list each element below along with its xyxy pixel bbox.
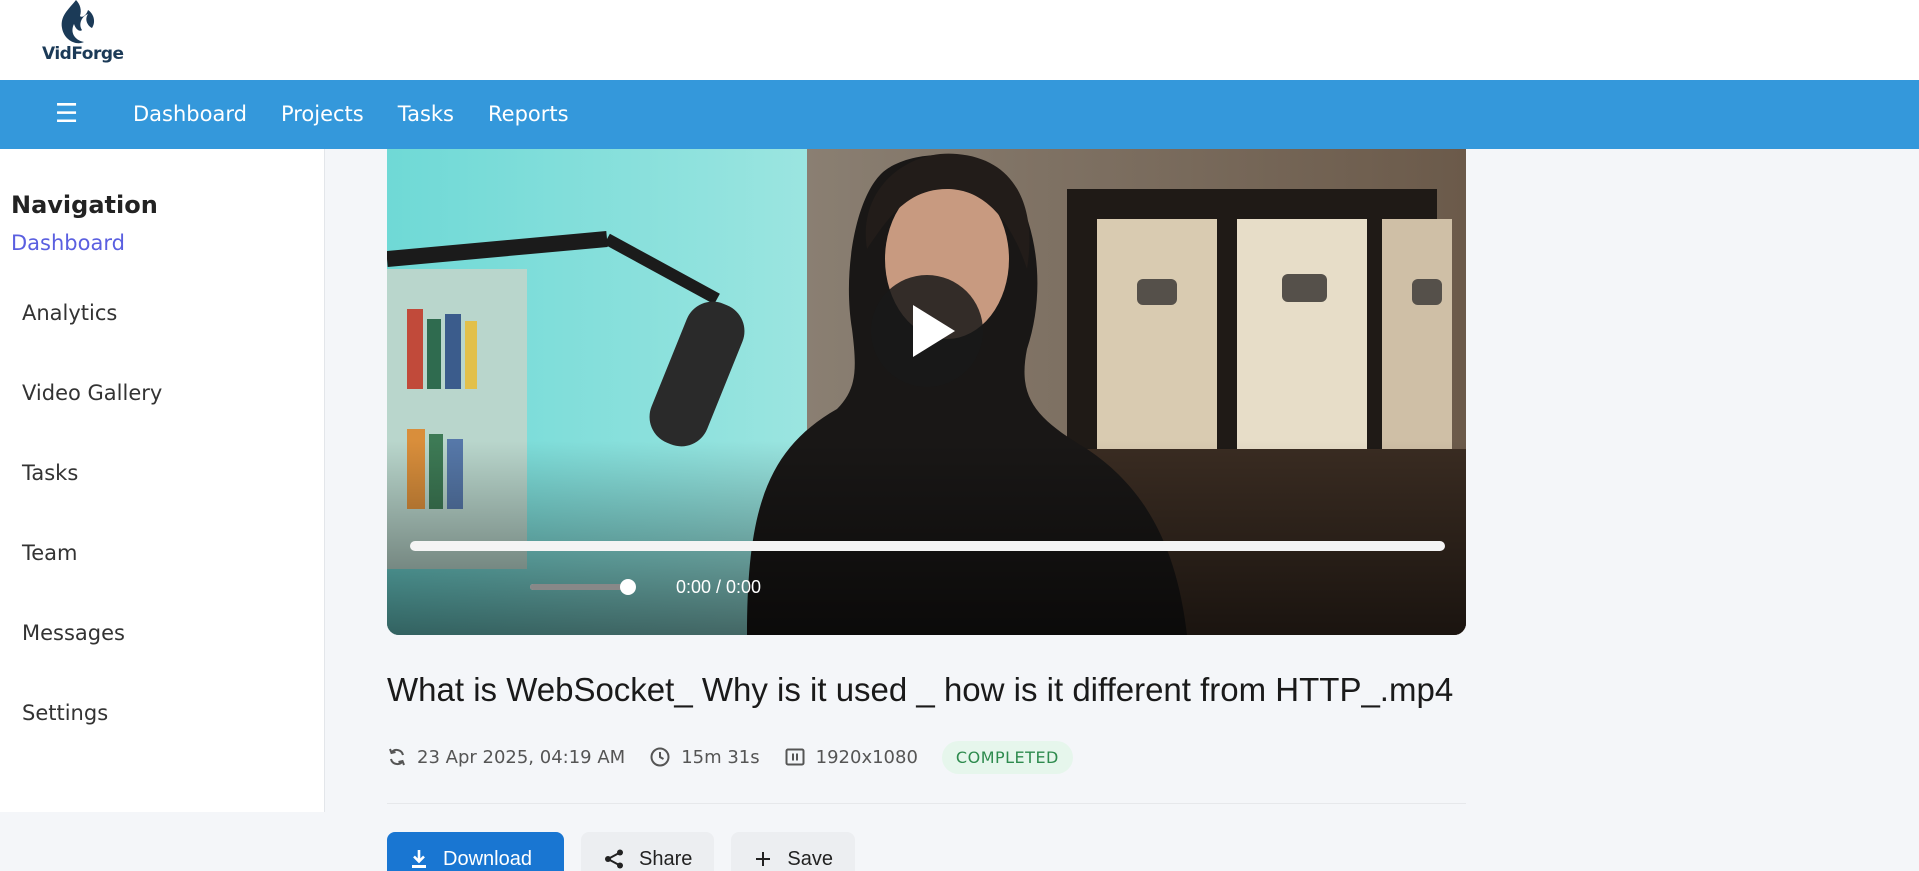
resolution-icon [785,748,805,766]
plus-icon [756,852,771,866]
sidebar-item-dashboard[interactable]: Dashboard [11,231,125,255]
play-icon [913,305,955,357]
divider [387,803,1466,804]
clock-icon [650,747,670,767]
volume-handle[interactable] [620,579,636,595]
nav-links: Dashboard Projects Tasks Reports [133,102,603,126]
refresh-icon [389,748,405,766]
status-badge: COMPLETED [941,740,1073,774]
save-label: Save [787,847,833,870]
meta-resolution-text: 1920x1080 [815,746,918,768]
sidebar-item-analytics[interactable]: Analytics [22,301,117,325]
meta-date: 23 Apr 2025, 04:19 AM [387,747,625,768]
menu-icon[interactable]: ☰ [55,100,78,128]
nav-link-reports[interactable]: Reports [488,102,569,126]
meta-date-text: 23 Apr 2025, 04:19 AM [417,746,626,768]
share-icon [605,849,623,869]
time-display: 0:00 / 0:00 [676,577,762,597]
sidebar-item-team[interactable]: Team [22,541,78,565]
sidebar: Navigation Dashboard Analytics Video Gal… [0,149,325,812]
share-button[interactable]: Share [581,832,715,871]
save-button[interactable]: Save [731,832,855,871]
top-header: VidForge [0,0,1919,80]
logo[interactable]: VidForge [38,0,124,70]
action-buttons: Download Share Save [387,832,855,871]
sidebar-item-settings[interactable]: Settings [22,701,108,725]
logo-text: VidForge [42,44,124,64]
meta-duration-text: 15m 31s [681,746,760,768]
navbar: ☰ Dashboard Projects Tasks Reports [0,80,1919,149]
volume-slider[interactable] [530,579,636,595]
share-label: Share [639,847,693,870]
flame-logo-icon [61,0,95,44]
volume-fill [530,584,634,590]
video-title: What is WebSocket_ Why is it used _ how … [387,671,1454,708]
progress-bar[interactable] [410,541,1445,551]
sidebar-title: Navigation [11,191,158,219]
nav-link-projects[interactable]: Projects [281,102,364,126]
sidebar-item-video-gallery[interactable]: Video Gallery [22,381,162,405]
download-label: Download [443,847,532,870]
video-player[interactable]: 0:00 / 0:00 [387,149,1466,635]
nav-link-dashboard[interactable]: Dashboard [133,102,247,126]
nav-link-tasks[interactable]: Tasks [398,102,454,126]
meta-resolution: 1920x1080 [784,746,918,768]
video-frame [387,149,1466,635]
download-button[interactable]: Download [387,832,564,871]
play-button[interactable] [871,275,983,387]
download-icon [412,850,426,868]
sidebar-item-messages[interactable]: Messages [22,621,125,645]
meta-duration: 15m 31s [649,746,760,768]
video-meta: 23 Apr 2025, 04:19 AM 15m 31s 1920x1080 … [387,740,1073,774]
sidebar-item-tasks[interactable]: Tasks [22,461,78,485]
